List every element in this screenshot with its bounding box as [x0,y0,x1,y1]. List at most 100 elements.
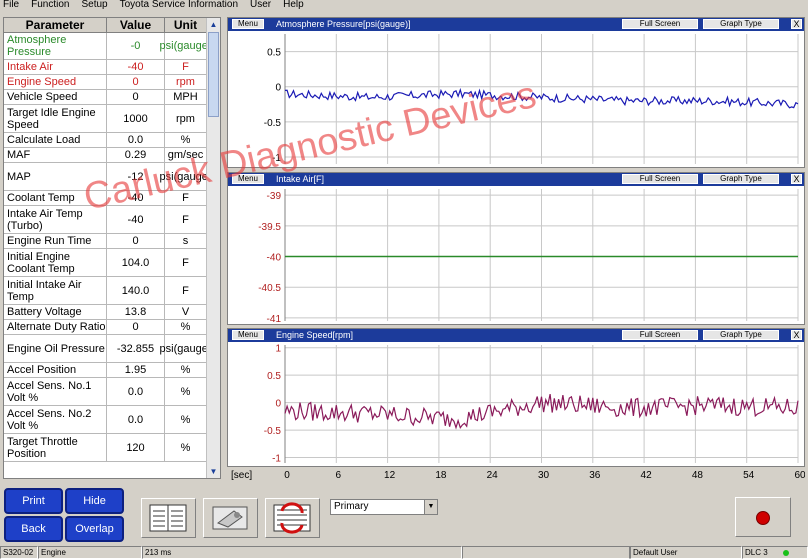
menu-item-setup[interactable]: Setup [75,0,113,12]
dlc-label: DLC 3 [745,548,768,557]
graph-type-button[interactable]: Graph Type [703,174,779,184]
scroll-thumb[interactable] [208,32,219,117]
parameter-name: Engine Oil Pressure [4,335,107,362]
x-tick-label: 48 [692,470,704,480]
data-list-button[interactable] [141,498,196,538]
y-tick-label: -1 [272,454,281,465]
snapshot-icon [212,506,248,530]
table-row[interactable]: Coolant Temp -40 F [4,191,220,206]
menu-item-function[interactable]: Function [25,0,75,12]
snapshot-button[interactable] [203,498,258,538]
table-row[interactable]: Accel Sens. No.1 Volt % 0.0% [4,378,220,406]
parameter-value: 1000 [107,105,165,132]
parameter-value: 1.95 [107,363,165,377]
scroll-up-icon[interactable]: ▲ [207,18,220,31]
scroll-down-icon[interactable]: ▼ [207,465,220,478]
table-row[interactable]: Engine Oil Pressure -32.855 psi(gauge) [4,335,220,363]
table-row[interactable]: Engine Speed 0 rpm [4,75,220,90]
status-system: Engine [38,546,142,559]
parameter-table: Parameter Value Unit Atmosphere Pressure… [3,17,221,479]
list-icon [149,504,187,532]
data-exchange-button[interactable] [265,498,320,538]
parameter-name: Intake Air [4,60,107,74]
parameter-unit: F [165,277,207,304]
table-row[interactable]: Engine Run Time 0 s [4,234,220,249]
full-screen-button[interactable]: Full Screen [622,174,698,184]
status-bar: S320-02 Engine 213 ms Default User DLC 3 [0,546,808,559]
parameter-name: Coolant Temp [4,191,107,205]
y-tick-label: -39 [267,191,282,202]
table-header: Parameter Value Unit [4,18,220,33]
full-screen-button[interactable]: Full Screen [622,19,698,29]
parameter-value: 0 [107,90,165,104]
table-row[interactable]: Calculate Load 0.0% [4,133,220,148]
full-screen-button[interactable]: Full Screen [622,330,698,340]
header-parameter[interactable]: Parameter [4,18,107,32]
y-tick-label: 0.5 [267,371,281,382]
menu-item-file[interactable]: File [0,0,25,12]
overlap-button[interactable]: Overlap [65,516,124,542]
graph-menu-button[interactable]: Menu [232,174,264,184]
parameter-value: 0 [107,234,165,248]
graph-title-bar: Menu Engine Speed[rpm] Full Screen Graph Ty… [228,329,804,342]
x-tick-label: 18 [435,470,447,480]
table-row[interactable]: Intake Air -40 F [4,60,220,75]
parameter-name: Accel Position [4,363,107,377]
parameter-name: Alternate Duty Ratio [4,320,107,334]
chevron-down-icon[interactable]: ▼ [424,500,437,514]
graph-plot: 0.5 0 -0.5 -1 [264,34,799,164]
table-row[interactable]: Accel Sens. No.2 Volt % 0.0% [4,406,220,434]
header-unit[interactable]: Unit [165,18,207,32]
parameter-value: 0.0 [107,378,165,405]
select-value: Primary [334,501,369,512]
table-row[interactable]: MAF 0.29 gm/sec [4,148,220,163]
menu-item-user[interactable]: User [244,0,277,12]
graph-menu-button[interactable]: Menu [232,19,264,29]
table-row[interactable]: Initial Intake Air Temp 140.0 F [4,277,220,305]
table-row[interactable]: Alternate Duty Ratio 0% [4,320,220,335]
hide-button[interactable]: Hide [65,488,124,514]
primary-select[interactable]: Primary ▼ [330,499,438,515]
table-scrollbar[interactable]: ▲ ▼ [206,18,220,478]
table-row[interactable]: Target Idle Engine Speed 1000 rpm [4,105,220,133]
graph-type-button[interactable]: Graph Type [703,330,779,340]
table-row[interactable]: Accel Position 1.95% [4,363,220,378]
record-button[interactable] [735,497,791,537]
parameter-unit: rpm [165,105,207,132]
graph-menu-button[interactable]: Menu [232,330,264,340]
record-icon [756,511,770,525]
y-tick-label: -0.5 [264,118,282,129]
x-tick-label: 60 [794,470,805,480]
parameter-value: -40 [107,191,165,205]
table-row[interactable]: Battery Voltage 13.8 V [4,305,220,320]
y-tick-label: -40 [267,253,282,264]
y-tick-label: 1 [275,344,281,355]
table-row[interactable]: Atmosphere Pressure -0 psi(gauge) [4,33,220,60]
graph-title-bar: Menu Atmosphere Pressure[psi(gauge)] Full … [228,18,804,31]
parameter-name: Target Throttle Position [4,434,107,461]
table-row[interactable]: Vehicle Speed 0 MPH [4,90,220,105]
graph-title: Atmosphere Pressure[psi(gauge)] [276,19,411,29]
header-value[interactable]: Value [107,18,165,32]
table-row[interactable]: Intake Air Temp (Turbo) -40 F [4,206,220,234]
menu-item-help[interactable]: Help [277,0,310,12]
parameter-name: Target Idle Engine Speed [4,105,107,132]
close-icon[interactable]: X [791,330,802,340]
graph-panel: Menu Atmosphere Pressure[psi(gauge)] Full … [227,17,805,168]
y-tick-label: 0.5 [267,48,281,59]
status-model: S320-02 [0,546,38,559]
table-row[interactable]: Target Throttle Position 120% [4,434,220,462]
table-row[interactable]: Initial Engine Coolant Temp 104.0 F [4,249,220,277]
close-icon[interactable]: X [791,19,802,29]
print-button[interactable]: Print [4,488,63,514]
parameter-unit: s [165,234,207,248]
menu-item-toyota-service-information[interactable]: Toyota Service Information [114,0,244,12]
back-button[interactable]: Back [4,516,63,542]
parameter-name: Calculate Load [4,133,107,147]
parameter-name: MAF [4,148,107,162]
table-row[interactable]: MAP -12 psi(gauge) [4,163,220,191]
parameter-unit: F [165,206,207,233]
close-icon[interactable]: X [791,174,802,184]
y-tick-label: 0 [275,83,281,94]
graph-type-button[interactable]: Graph Type [703,19,779,29]
